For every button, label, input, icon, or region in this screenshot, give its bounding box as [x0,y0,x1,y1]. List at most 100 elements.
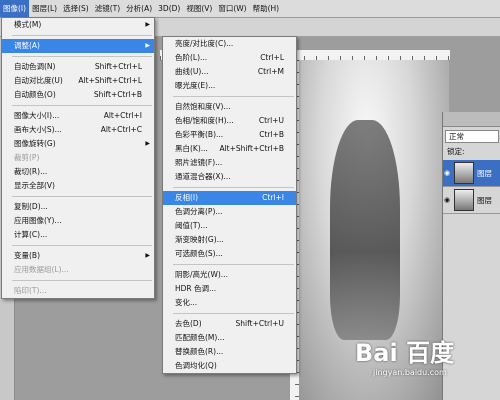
adjust-menu-item[interactable]: HDR 色调... [163,282,296,296]
adjust-menu-item[interactable]: 黑白(K)... Alt+Shift+Ctrl+B [163,142,296,156]
menu-separator [12,280,152,281]
image-menu-item: 应用数据组(L)... [2,263,154,277]
menu-separator [12,35,152,36]
image-menu-item-label: 复制(D)... [14,202,48,211]
submenu-arrow-icon: ▶ [145,21,150,28]
menubar-item[interactable]: 分析(A) [123,0,155,17]
baidu-logo: Bai 百度 [355,339,455,367]
eye-icon[interactable]: ◉ [443,196,451,204]
adjust-menu-item[interactable]: 变化... [163,296,296,310]
image-menu-item-label: 应用数据组(L)... [14,265,69,274]
menubar-item[interactable]: 图像(I) [0,0,30,17]
adjust-menu-item-label: 通道混合器(X)... [175,172,231,181]
image-menu-item-label: 陷印(T)... [14,286,47,295]
menu-separator [173,96,294,97]
adjust-menu-item-label: HDR 色调... [175,284,217,293]
shortcut-label: Alt+Shift+Ctrl+B [219,144,284,153]
image-menu-item-label: 自动对比度(U) [14,76,63,85]
menubar-item[interactable]: 帮助(H) [250,0,283,17]
adjust-menu-item[interactable]: 曝光度(E)... [163,79,296,93]
menubar-item[interactable]: 图层(L) [29,0,60,17]
image-menu-item[interactable]: 自动颜色(O) Shift+Ctrl+B [2,88,154,102]
image-menu-item-label: 图像大小(I)... [14,111,60,120]
image-menu-item[interactable]: 画布大小(S)... Alt+Ctrl+C [2,123,154,137]
menubar-item[interactable]: 3D(D) [155,0,183,17]
adjust-menu-item-label: 去色(D) [175,319,202,328]
adjust-menu-item-label: 反相(I) [175,193,199,202]
image-menu-item-label: 图像旋转(G) [14,139,56,148]
adjust-menu-item-label: 黑白(K)... [175,144,208,153]
adjust-menu-item-label: 色调分离(P)... [175,207,223,216]
image-menu-item[interactable]: 变量(B) ▶ [2,249,154,263]
image-menu-item[interactable]: 自动色调(N) Shift+Ctrl+L [2,60,154,74]
image-menu-item-label: 调整(A) [14,41,40,50]
image-menu-item[interactable]: 复制(D)... [2,200,154,214]
adjust-menu-item[interactable]: 自然饱和度(V)... [163,100,296,114]
shortcut-label: Ctrl+I [262,193,284,202]
submenu-arrow-icon: ▶ [145,140,150,147]
layer-thumbnail [454,189,474,211]
baidu-watermark: Bai 百度 jingyan.baidu.com [355,338,490,386]
image-menu-item-label: 计算(C)... [14,230,48,239]
adjust-menu-item[interactable]: 色彩平衡(B)... Ctrl+B [163,128,296,142]
menubar-item[interactable]: 选择(S) [60,0,92,17]
adjust-menu-item[interactable]: 色相/饱和度(H)... Ctrl+U [163,114,296,128]
adjust-menu-item[interactable]: 亮度/对比度(C)... [163,37,296,51]
adjust-menu-item[interactable]: 反相(I) Ctrl+I [163,191,296,205]
adjust-menu-item-label: 色相/饱和度(H)... [175,116,234,125]
adjust-menu-item-label: 匹配颜色(M)... [175,333,225,342]
image-menu-item-label: 裁剪(P) [14,153,40,162]
adjust-menu-item[interactable]: 照片滤镜(F)... [163,156,296,170]
menubar-item[interactable]: 视图(V) [183,0,215,17]
lock-label: 锁定: [447,147,465,156]
image-menu-item-label: 自动色调(N) [14,62,56,71]
menu-separator [12,196,152,197]
image-menu: 模式(M) ▶ 调整(A) ▶ 自动色调(N) Shift+Ctrl+L 自动对比度(U) A… [1,17,155,299]
adjust-menu-item[interactable]: 渐变映射(G)... [163,233,296,247]
adjust-menu-item[interactable]: 阈值(T)... [163,219,296,233]
adjust-menu-item[interactable]: 色阶(L)... Ctrl+L [163,51,296,65]
adjust-menu-item[interactable]: 曲线(U)... Ctrl+M [163,65,296,79]
image-menu-item[interactable]: 调整(A) ▶ [2,39,154,53]
adjust-menu-item[interactable]: 色调均化(Q) [163,359,296,373]
layer-row[interactable]: ◉ 图层 [443,187,500,214]
menu-separator [173,187,294,188]
adjust-menu-item-label: 阴影/高光(W)... [175,270,228,279]
adjust-menu-item[interactable]: 替换颜色(R)... [163,345,296,359]
image-menu-item: 裁剪(P) [2,151,154,165]
image-menu-item-label: 显示全部(V) [14,181,55,190]
image-menu-item[interactable]: 图像旋转(G) ▶ [2,137,154,151]
adjust-menu-item[interactable]: 色调分离(P)... [163,205,296,219]
adjust-menu-item-label: 自然饱和度(V)... [175,102,231,111]
shortcut-label: Shift+Ctrl+L [94,62,142,71]
image-menu-item-label: 变量(B) [14,251,40,260]
image-menu-item-label: 画布大小(S)... [14,125,62,134]
eye-icon[interactable]: ◉ [443,169,451,177]
photo-subject [330,120,400,340]
adjust-menu-item[interactable]: 阴影/高光(W)... [163,268,296,282]
blend-mode-select[interactable]: 正常 [445,130,499,143]
menu-separator [12,56,152,57]
menu-bar: 图像(I) 图层(L) 选择(S) 滤镜(T) 分析(A) 3D(D) 视图(V) 窗口(W)… [0,0,500,18]
layer-name: 图层 [477,168,492,178]
adjust-menu-item-label: 色阶(L)... [175,53,208,62]
layer-list: ◉ 图层 ◉ 图层 [443,160,500,214]
image-menu-item[interactable]: 显示全部(V) [2,179,154,193]
adjust-menu-item[interactable]: 去色(D) Shift+Ctrl+U [163,317,296,331]
adjust-menu-item[interactable]: 通道混合器(X)... [163,170,296,184]
adjust-menu-item[interactable]: 可选颜色(S)... [163,247,296,261]
menubar-item[interactable]: 窗口(W) [215,0,249,17]
image-menu-item[interactable]: 应用图像(Y)... [2,214,154,228]
shortcut-label: Shift+Ctrl+B [93,90,142,99]
image-menu-item[interactable]: 图像大小(I)... Alt+Ctrl+I [2,109,154,123]
image-menu-item[interactable]: 自动对比度(U) Alt+Shift+Ctrl+L [2,74,154,88]
adjust-menu-item[interactable]: 匹配颜色(M)... [163,331,296,345]
image-menu-item[interactable]: 计算(C)... [2,228,154,242]
image-menu-item[interactable]: 模式(M) ▶ [2,18,154,32]
layers-panel-tabs[interactable] [443,112,500,127]
shortcut-label: Alt+Shift+Ctrl+L [78,76,142,85]
image-menu-item-label: 自动颜色(O) [14,90,56,99]
menubar-item[interactable]: 滤镜(T) [92,0,123,17]
layer-row[interactable]: ◉ 图层 [443,160,500,187]
image-menu-item[interactable]: 裁切(R)... [2,165,154,179]
